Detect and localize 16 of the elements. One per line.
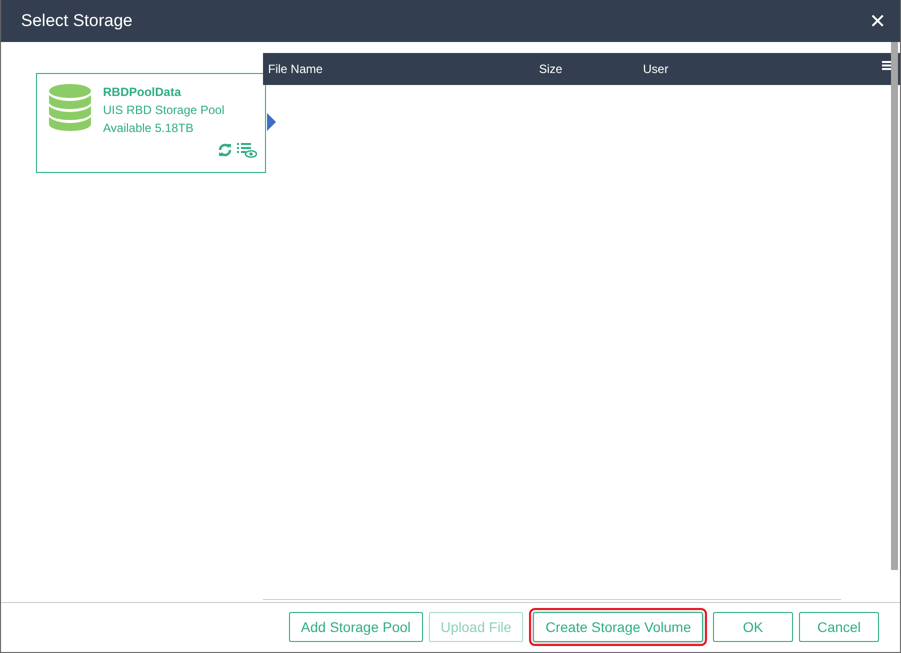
storage-pool-card[interactable]: RBDPoolData UIS RBD Storage Pool Available 5.18TB xyxy=(36,73,266,173)
column-header: Size xyxy=(539,62,564,76)
window-title: Select Storage xyxy=(21,11,133,31)
refresh-icon[interactable] xyxy=(217,142,233,158)
pool-type: UIS RBD Storage Pool xyxy=(103,102,224,118)
close-button[interactable]: ✕ xyxy=(869,9,886,33)
pool-name: RBDPoolData xyxy=(103,84,182,100)
list-view-icon[interactable] xyxy=(237,142,257,158)
dialog-button[interactable]: OK xyxy=(713,612,793,642)
dialog-button[interactable]: Add Storage Pool xyxy=(288,612,423,642)
column-header: User xyxy=(643,62,668,76)
column-header: File Name xyxy=(268,62,324,76)
pool-capacity: Available 5.18TB xyxy=(103,120,195,136)
database-icon xyxy=(49,84,91,132)
dialog-button[interactable]: Cancel xyxy=(799,612,879,642)
scroll-bar[interactable] xyxy=(891,42,898,570)
